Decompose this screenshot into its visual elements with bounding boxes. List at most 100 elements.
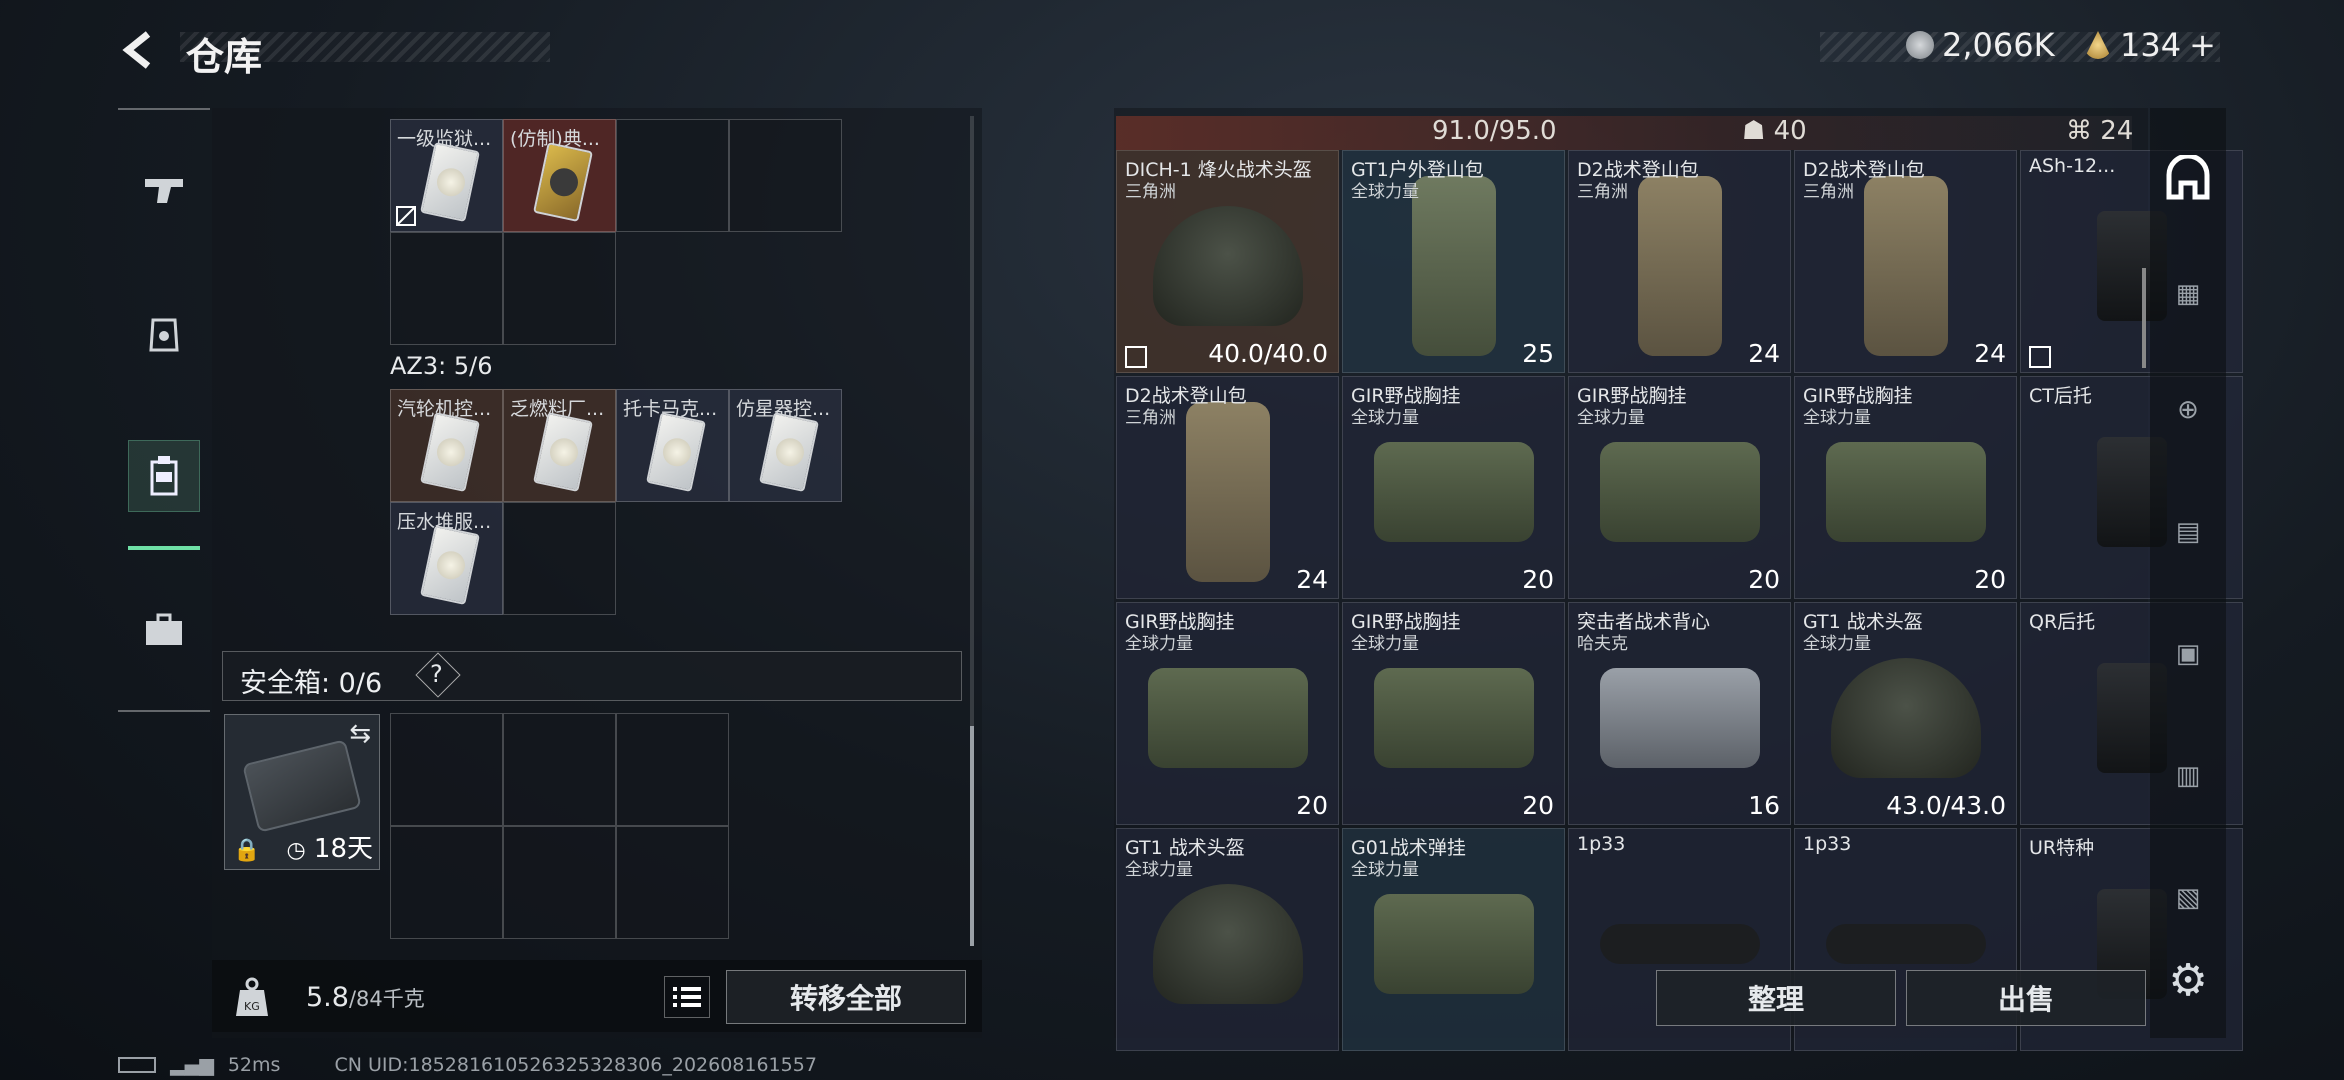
swap-icon[interactable]: ⇆ [349,719,371,749]
backpack-icon [1863,175,1948,356]
help-mark: ? [430,660,443,688]
briefcase-icon [146,613,182,645]
az3-slot-3[interactable]: 仿星器控... [729,389,842,502]
item-stat: 24 [1974,339,2006,368]
stash-item-3[interactable]: D2战术登山包 三角洲 24 [1794,150,2017,373]
chest-icon [1373,441,1534,542]
chest-icon [1825,441,1986,542]
safe-slot[interactable] [390,826,503,939]
right-scroll-thumb[interactable] [2142,268,2146,368]
category-all[interactable] [2150,140,2226,216]
stash-item-12[interactable]: 突击者战术背心 哈夫克 16 [1568,602,1791,825]
stash-item-0[interactable]: DICH-1 烽火战术头盔 三角洲 40.0/40.0 [1116,150,1339,373]
left-scroll-thumb[interactable] [970,726,974,946]
add-currency-button[interactable]: + [2189,26,2216,64]
item-stat: 24 [1748,339,1780,368]
category-gtj-1[interactable]: ▤ [2150,494,2226,570]
safe-slot[interactable] [503,826,616,939]
item-faction: 全球力量 [1351,634,1419,654]
safe-slot[interactable] [616,713,729,826]
item-faction: 全球力量 [1351,860,1419,880]
currency-b-value: 134 [2120,26,2182,64]
category-gtj-2[interactable]: ▧ [2150,860,2226,936]
list-icon [673,987,701,1007]
az3-slot-0[interactable]: 汽轮机控... [390,389,503,502]
settings-gear-icon[interactable]: ⚙ [2162,954,2214,1006]
helmet-icon [1830,657,1981,778]
az3-slot-4[interactable]: 压水堆服... [390,502,503,615]
item-name: 1p33 [1577,833,1626,855]
stash-item-10[interactable]: GIR野战胸挂 全球力量 20 [1116,602,1339,825]
stash-item-11[interactable]: GIR野战胸挂 全球力量 20 [1342,602,1565,825]
transfer-all-button[interactable]: 转移全部 [726,970,966,1024]
currency-hafcoin[interactable]: 2,066K [1906,26,2055,64]
stash-item-8[interactable]: GIR野战胸挂 全球力量 20 [1794,376,2017,599]
list-view-button[interactable] [664,976,710,1018]
stash-item-6[interactable]: GIR野战胸挂 全球力量 20 [1342,376,1565,599]
stash-item-2[interactable]: D2战术登山包 三角洲 24 [1568,150,1791,373]
signal-icon: ▂▄▆ [170,1054,214,1076]
back-button[interactable] [118,28,162,72]
stash-top-strip [1116,116,2132,150]
sell-button[interactable]: 出售 [1906,970,2146,1026]
slot-top-0[interactable]: 一级监狱... [390,119,503,232]
stash-item-15[interactable]: GT1 战术头盔 全球力量 [1116,828,1339,1051]
item-faction: 全球力量 [1351,408,1419,428]
slot-empty[interactable] [503,232,616,345]
nav-backpack[interactable] [128,440,200,512]
stash-item-7[interactable]: GIR野战胸挂 全球力量 20 [1568,376,1791,599]
category-tier4-bag[interactable]: ▦ [2150,256,2226,332]
az3-slot-empty[interactable] [503,502,616,615]
category-v[interactable]: ▣ [2150,616,2226,692]
slot-top-1[interactable]: (仿制)典... [503,119,616,232]
nav-weapons[interactable] [128,154,200,226]
item-faction: 哈夫克 [1577,634,1628,654]
sort-button[interactable]: 整理 [1656,970,1896,1026]
item-faction: 全球力量 [1803,634,1871,654]
stash-item-5[interactable]: D2战术登山包 三角洲 24 [1116,376,1339,599]
weight-icon: KG [232,976,272,1018]
chest-icon [1373,667,1534,768]
expiry-days: ◷ 18天 [286,834,373,864]
item-faction: 全球力量 [1803,408,1871,428]
clock-icon: ◷ [286,838,306,863]
keycard-icon [420,525,480,605]
stash-item-16[interactable]: G01战术弹挂 全球力量 [1342,828,1565,1051]
lock-icon: 🔒 [233,838,261,863]
pistol-icon [145,179,183,203]
no-trade-icon [1125,346,1147,368]
nav-active-indicator [128,546,200,550]
keycard-icon [759,412,819,492]
keycard-icon [646,412,706,492]
page-title: 仓库 [186,35,263,79]
item-stat: 20 [1296,791,1328,820]
keycard-icon [420,412,480,492]
category-iii[interactable]: ▥ [2150,738,2226,814]
safe-slot[interactable] [616,826,729,939]
chest-icon [1599,667,1760,768]
gold-keycard-icon [533,142,593,222]
slot-empty[interactable] [616,119,729,232]
slot-empty[interactable] [729,119,842,232]
armor-vest-icon [149,318,179,352]
safe-case[interactable]: ⇆ 🔒 ◷ 18天 [224,714,380,870]
currency-premium[interactable]: 134 + [2084,26,2216,64]
nav-case[interactable] [128,594,200,666]
az3-slot-1[interactable]: 乏燃料厂... [503,389,616,502]
stash-item-1[interactable]: GT1户外登山包 全球力量 25 [1342,150,1565,373]
az3-slot-2[interactable]: 托卡马克... [616,389,729,502]
slot-empty[interactable] [390,232,503,345]
chest-icon [1147,667,1308,768]
item-stat: 20 [1974,565,2006,594]
keycard-icon [420,142,480,222]
item-faction: 全球力量 [1577,408,1645,428]
az3-label: AZ3: 5/6 [390,352,493,380]
scope-icon [1825,923,1986,964]
safe-slot[interactable] [390,713,503,826]
stash-item-13[interactable]: GT1 战术头盔 全球力量 43.0/43.0 [1794,602,2017,825]
category-tier4-add[interactable]: ⊕ [2150,372,2226,448]
safe-case-icon [242,739,362,833]
item-faction: 三角洲 [1577,182,1628,202]
safe-slot[interactable] [503,713,616,826]
nav-armor[interactable] [128,298,200,370]
